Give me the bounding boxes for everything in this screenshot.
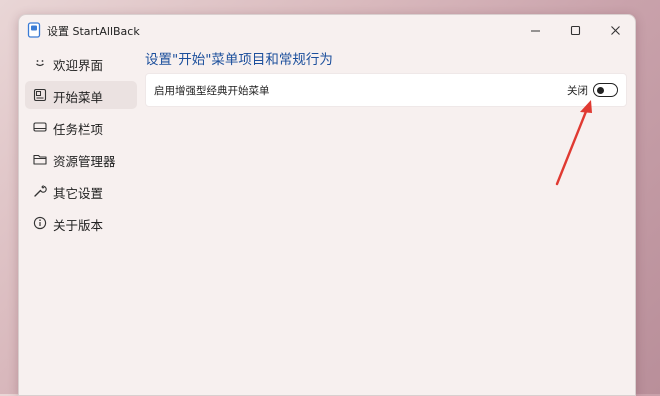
smile-icon xyxy=(36,60,44,67)
sidebar-item-start-menu[interactable]: 开始菜单 xyxy=(25,81,137,109)
setting-label: 启用增强型经典开始菜单 xyxy=(154,85,270,97)
taskbar-icon xyxy=(33,122,47,132)
sidebar: 欢迎界面 开始菜单 任务栏项 资源管理器 其它设置 关于版本 xyxy=(25,49,137,241)
minimize-icon xyxy=(530,29,540,32)
sidebar-item-label: 任务栏项 xyxy=(53,122,104,137)
sidebar-item-label: 关于版本 xyxy=(53,218,104,233)
close-button[interactable] xyxy=(595,15,635,45)
page-title: 设置"开始"菜单项目和常规行为 xyxy=(145,52,333,68)
sidebar-item-label: 开始菜单 xyxy=(53,90,104,105)
app-icon xyxy=(27,22,41,38)
window-title: 设置 StartAllBack xyxy=(47,25,140,38)
minimize-button[interactable] xyxy=(515,15,555,45)
sidebar-item-label: 其它设置 xyxy=(53,186,104,201)
sidebar-item-welcome[interactable]: 欢迎界面 xyxy=(25,49,137,77)
sidebar-item-other-settings[interactable]: 其它设置 xyxy=(25,177,137,205)
title-bar[interactable]: 设置 StartAllBack xyxy=(19,15,635,45)
sidebar-item-label: 资源管理器 xyxy=(53,154,116,169)
close-icon xyxy=(610,25,620,35)
sidebar-item-label: 欢迎界面 xyxy=(53,58,104,73)
maximize-icon xyxy=(570,25,580,35)
info-icon xyxy=(33,216,47,230)
enhanced-start-menu-toggle[interactable] xyxy=(593,83,618,97)
sidebar-item-taskbar[interactable]: 任务栏项 xyxy=(25,113,137,141)
settings-window: 设置 StartAllBack 欢迎界面 开始菜单 任务栏项 资源管理器 其它设… xyxy=(18,14,636,396)
start-menu-icon xyxy=(33,88,47,102)
toggle-knob xyxy=(597,86,604,94)
maximize-button[interactable] xyxy=(555,15,595,45)
folder-icon xyxy=(33,154,47,165)
sidebar-item-explorer[interactable]: 资源管理器 xyxy=(25,145,137,173)
toggle-state-label: 关闭 xyxy=(567,85,588,97)
sidebar-item-about[interactable]: 关于版本 xyxy=(25,209,137,237)
setting-row-enhanced-classic-start-menu: 启用增强型经典开始菜单 关闭 xyxy=(145,73,627,107)
wrench-icon xyxy=(34,185,47,197)
